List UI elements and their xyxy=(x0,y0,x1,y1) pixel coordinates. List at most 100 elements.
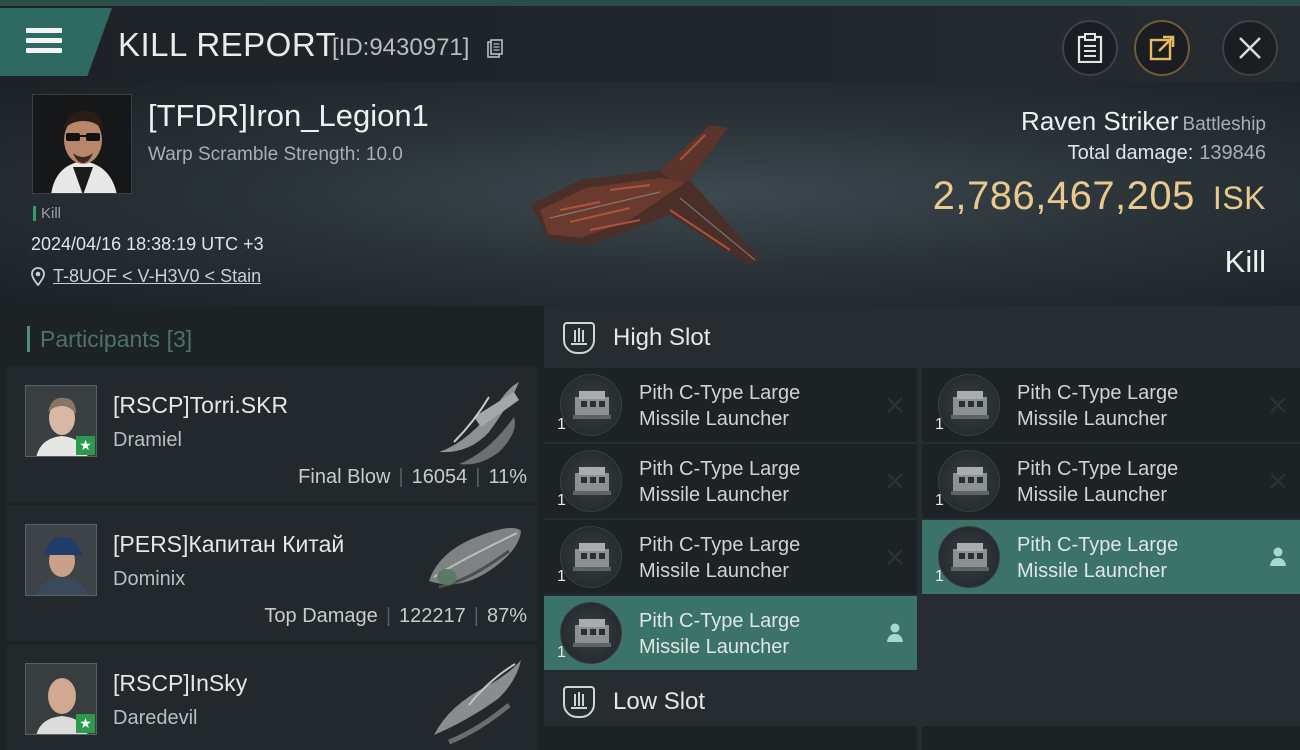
menu-button[interactable] xyxy=(0,8,112,76)
module-quantity: 1 xyxy=(557,568,566,585)
total-damage: Total damage: 139846 xyxy=(1068,142,1266,165)
module-name-line2: Missile Launcher xyxy=(639,636,790,658)
high-slot-header: High Slot xyxy=(544,306,1300,366)
isk-amount: 2,786,467,205 xyxy=(932,174,1195,218)
ship-class-text: Battleship xyxy=(1182,114,1266,135)
copy-icon[interactable] xyxy=(487,39,503,58)
total-damage-label: Total damage: xyxy=(1067,142,1194,164)
participant-name[interactable]: [RSCP]InSky xyxy=(113,670,247,697)
destroyed-x-icon xyxy=(1268,470,1288,492)
participant-role: Top Damage xyxy=(264,605,378,627)
report-result: Kill xyxy=(1224,244,1266,279)
warp-scramble-label: Warp Scramble Strength: xyxy=(148,144,361,165)
module-item[interactable]: 1 Pith C-Type Large Missile Launcher xyxy=(544,444,917,518)
module-name-line2: Missile Launcher xyxy=(639,560,790,582)
participant-ship-image[interactable] xyxy=(419,511,529,607)
participants-count: [3] xyxy=(166,326,193,352)
high-slot-title: High Slot xyxy=(613,324,711,351)
module-name-line1: Pith C-Type Large xyxy=(1017,382,1179,404)
participant-name[interactable]: [PERS]Капитан Китай xyxy=(113,531,344,558)
victim-avatar[interactable] xyxy=(32,94,132,194)
module-name-line1: Pith C-Type Large xyxy=(639,610,801,632)
participant-name[interactable]: [RSCP]Torri.SKR xyxy=(113,392,288,419)
module-quantity: 1 xyxy=(935,568,944,585)
module-quantity: 1 xyxy=(557,416,566,433)
module-item[interactable]: 1 Pith C-Type Large Missile Launcher xyxy=(544,520,917,594)
kill-location[interactable]: T-8UOF < V-H3V0 < Stain xyxy=(31,266,261,287)
report-id: [ID:9430971] xyxy=(332,34,470,61)
star-icon: ★ xyxy=(76,436,95,455)
warp-scramble-value: 10.0 xyxy=(365,144,403,165)
participant-avatar[interactable]: ★ xyxy=(25,663,97,735)
module-name-line2: Missile Launcher xyxy=(639,408,790,430)
share-button[interactable] xyxy=(1134,20,1190,76)
person-icon xyxy=(885,622,905,644)
victim-summary: [TFDR]Iron_Legion1 Warp Scramble Strengt… xyxy=(0,82,1300,306)
location-pin-icon xyxy=(31,267,45,286)
participant-avatar[interactable]: ★ xyxy=(25,385,97,457)
page-title: KILL REPORT xyxy=(118,26,337,63)
destroyed-x-icon xyxy=(885,546,905,568)
module-name-line1: Pith C-Type Large xyxy=(639,458,801,480)
module-name: Pith C-Type Large Missile Launcher xyxy=(639,380,879,432)
module-name-line1: Pith C-Type Large xyxy=(1017,458,1179,480)
close-icon xyxy=(1239,37,1261,59)
module-item[interactable]: 1 Pith C-Type Large Missile Launcher xyxy=(922,520,1300,594)
module-name: Pith C-Type Large Missile Launcher xyxy=(1017,532,1257,584)
missile-launcher-icon xyxy=(938,374,1000,436)
close-button[interactable] xyxy=(1222,20,1278,76)
participant-avatar[interactable] xyxy=(25,524,97,596)
participants-panel: Participants [3] ★ [RSCP]Torri.SKR Drami… xyxy=(0,306,544,750)
participant-row[interactable]: ★ [RSCP]Torri.SKR Dramiel Final Blow | 160… xyxy=(7,366,537,502)
module-name-line1: Pith C-Type Large xyxy=(1017,534,1179,556)
low-slot-header: Low Slot xyxy=(544,670,1300,730)
module-quantity: 1 xyxy=(557,492,566,509)
missile-launcher-icon xyxy=(560,526,622,588)
participants-label: Participants xyxy=(40,326,161,352)
module-quantity: 1 xyxy=(935,416,944,433)
module-quantity: 1 xyxy=(935,492,944,509)
module-item[interactable]: 1 Pith C-Type Large Missile Launcher xyxy=(922,368,1300,442)
warp-scramble-strength: Warp Scramble Strength: 10.0 xyxy=(148,144,403,166)
participant-ship-image[interactable] xyxy=(419,372,529,468)
participant-stats: Final Blow | 16054 | 11% xyxy=(298,466,527,488)
module-item[interactable]: 1 Pith C-Type Large Missile Launcher xyxy=(544,596,917,670)
kill-datetime: 2024/04/16 18:38:19 UTC +3 xyxy=(31,234,264,254)
location-link[interactable]: T-8UOF < V-H3V0 < Stain xyxy=(53,266,261,287)
destroyed-x-icon xyxy=(885,470,905,492)
slot-icon xyxy=(563,322,595,354)
participant-role: Final Blow xyxy=(298,466,391,488)
module-item[interactable]: 1 Pith C-Type Large Missile Launcher xyxy=(922,444,1300,518)
participants-title: Participants [3] xyxy=(27,326,192,352)
clipboard-button[interactable] xyxy=(1062,20,1118,76)
module-name: Pith C-Type Large Missile Launcher xyxy=(639,532,879,584)
participant-percent: 87% xyxy=(486,605,527,627)
header-bar: KILL REPORT [ID:9430971] xyxy=(0,6,1300,82)
low-slot-partial-row xyxy=(544,726,1300,750)
star-icon: ★ xyxy=(76,714,95,733)
module-name: Pith C-Type Large Missile Launcher xyxy=(1017,456,1257,508)
module-item[interactable]: 1 Pith C-Type Large Missile Launcher xyxy=(544,368,917,442)
participant-ship-image[interactable] xyxy=(419,650,529,746)
module-name: Pith C-Type Large Missile Launcher xyxy=(639,456,879,508)
participant-row[interactable]: [PERS]Капитан Китай Dominix Top Damage | 1… xyxy=(7,505,537,641)
participant-ship: Dramiel xyxy=(113,429,182,451)
victim-ship-name: Raven Striker Battleship xyxy=(1021,106,1266,137)
module-name-line2: Missile Launcher xyxy=(1017,484,1168,506)
module-name-line2: Missile Launcher xyxy=(639,484,790,506)
ship-name-text: Raven Striker xyxy=(1021,106,1179,136)
participant-row[interactable]: ★ [RSCP]InSky Daredevil xyxy=(7,644,537,750)
destroyed-x-icon xyxy=(1268,394,1288,416)
isk-unit: ISK xyxy=(1212,180,1266,216)
victim-pilot-name[interactable]: [TFDR]Iron_Legion1 xyxy=(148,98,429,134)
kill-badge: Kill xyxy=(33,206,61,221)
module-quantity: 1 xyxy=(557,644,566,661)
victim-ship-image[interactable] xyxy=(510,110,780,285)
module-name-line1: Pith C-Type Large xyxy=(639,382,801,404)
module-name: Pith C-Type Large Missile Launcher xyxy=(1017,380,1257,432)
isk-value: 2,786,467,205 ISK xyxy=(933,174,1266,219)
participant-percent: 11% xyxy=(488,466,527,488)
slot-icon xyxy=(563,686,595,718)
missile-launcher-icon xyxy=(560,450,622,512)
clipboard-icon xyxy=(1077,33,1103,63)
